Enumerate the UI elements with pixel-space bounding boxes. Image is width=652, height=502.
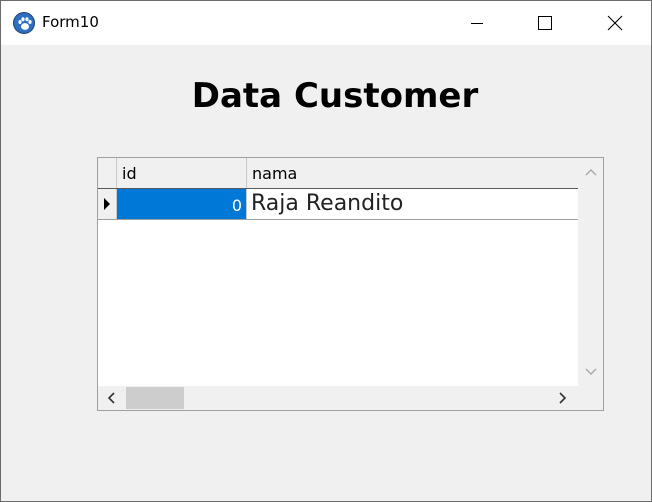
close-button[interactable] xyxy=(592,1,638,45)
table-row[interactable]: 0 Raja Reandito xyxy=(98,189,578,220)
grid-header-row: id nama xyxy=(98,158,578,189)
row-pointer-icon xyxy=(104,198,110,210)
close-icon xyxy=(607,15,623,31)
customer-data-grid[interactable]: id nama 0 Raja Reandito xyxy=(97,157,604,411)
window-title: Form10 xyxy=(42,13,99,31)
scroll-up-icon[interactable] xyxy=(585,168,597,176)
form-window: Form10 Data Customer id nama 0 Raja Rean… xyxy=(0,0,652,502)
scroll-down-icon[interactable] xyxy=(585,368,597,376)
horizontal-scrollbar[interactable] xyxy=(98,386,578,410)
minimize-icon xyxy=(471,23,483,24)
page-heading: Data Customer xyxy=(191,76,479,116)
scrollbar-corner xyxy=(578,386,603,410)
minimize-button[interactable] xyxy=(454,1,500,45)
cell-nama[interactable]: Raja Reandito xyxy=(247,189,578,219)
maximize-button[interactable] xyxy=(522,1,568,45)
vertical-scrollbar[interactable] xyxy=(578,158,603,386)
cell-id[interactable]: 0 xyxy=(117,189,247,219)
grid-corner-cell[interactable] xyxy=(98,158,117,188)
maximize-icon xyxy=(538,16,552,30)
scroll-left-icon[interactable] xyxy=(107,392,115,404)
horizontal-scroll-thumb[interactable] xyxy=(126,387,184,409)
scroll-right-icon[interactable] xyxy=(559,392,567,404)
title-bar[interactable]: Form10 xyxy=(1,1,651,45)
paw-icon[interactable] xyxy=(13,12,35,34)
column-header-id[interactable]: id xyxy=(117,158,247,188)
column-header-nama[interactable]: nama xyxy=(247,158,578,188)
row-header[interactable] xyxy=(98,189,117,219)
